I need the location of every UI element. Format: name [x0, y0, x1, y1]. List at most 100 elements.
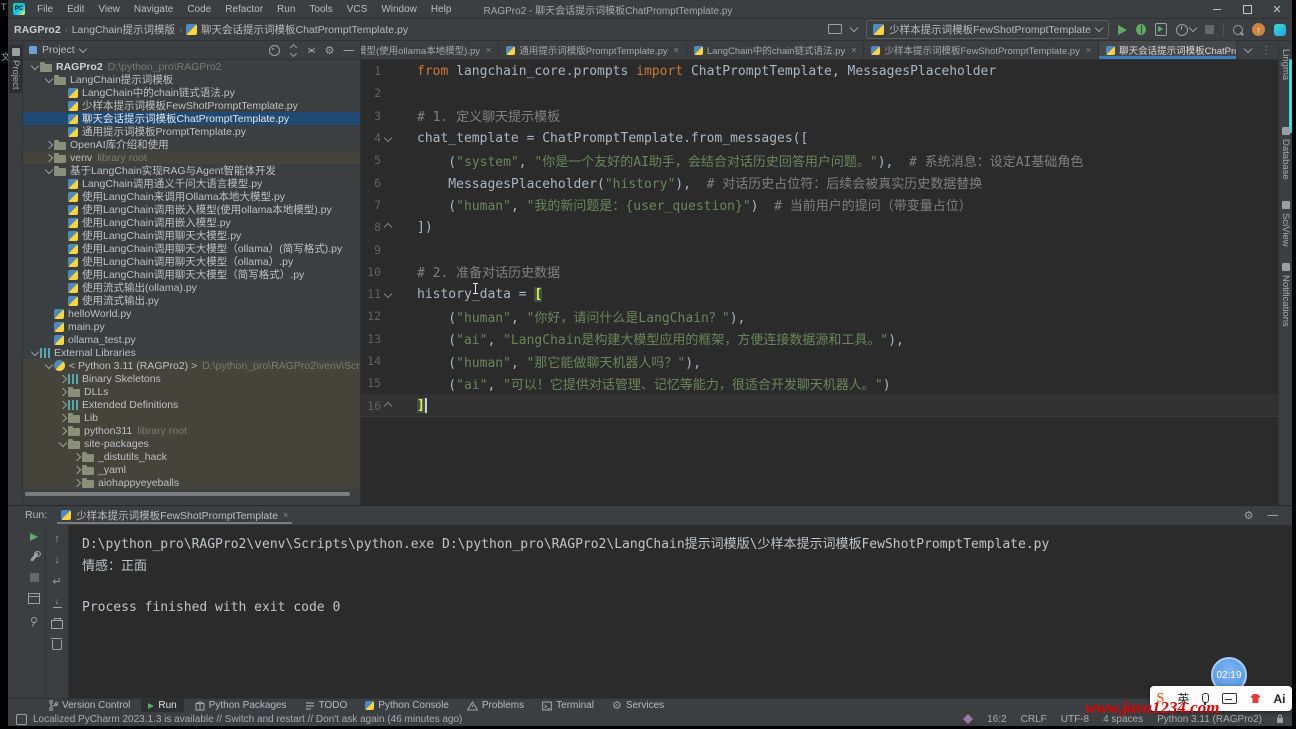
menu-vcs[interactable]: VCS [341, 3, 374, 16]
expand-all-icon[interactable] [289, 46, 298, 55]
ime-skin-icon[interactable] [1250, 694, 1260, 703]
tool-strip-notifications[interactable]: Notifications [1280, 263, 1291, 327]
tree-chevron[interactable] [43, 169, 54, 173]
tree-item[interactable]: _yaml [23, 463, 360, 476]
close-button[interactable]: ✕ [1262, 0, 1292, 18]
fold-column[interactable] [381, 403, 395, 409]
gear-icon[interactable]: ⚙ [325, 46, 335, 55]
close-icon[interactable]: × [283, 510, 288, 520]
keyboard-icon[interactable] [1222, 693, 1237, 704]
menu-file[interactable]: File [31, 3, 59, 16]
hide-panel-icon[interactable]: — [344, 44, 355, 56]
tree-chevron[interactable] [71, 480, 82, 486]
lingma-icon[interactable] [1274, 24, 1286, 36]
run-tab[interactable]: 少样本提示词模板FewShotPromptTemplate × [57, 506, 292, 524]
editor-tab[interactable]: LangChain中的chain链式语法.py× [687, 41, 865, 59]
hide-panel-icon[interactable]: — [1268, 509, 1279, 521]
tree-item[interactable]: OpenAI库介绍和使用 [23, 138, 360, 151]
tree-item[interactable]: python311library root [23, 424, 360, 437]
tool-strip-project[interactable]: Project [9, 45, 22, 93]
locate-file-icon[interactable] [269, 45, 280, 56]
tree-chevron[interactable] [57, 442, 68, 446]
tree-item[interactable]: _distutils_hack [23, 450, 360, 463]
tree-chevron[interactable] [71, 454, 82, 460]
minimize-button[interactable] [1202, 0, 1232, 18]
debug-button[interactable] [1136, 24, 1146, 35]
tree-chevron[interactable] [71, 467, 82, 473]
tool-window-button-services[interactable]: ⚙Services [605, 699, 671, 713]
tree-chevron[interactable] [29, 351, 40, 355]
menu-code[interactable]: Code [181, 3, 217, 16]
tree-item[interactable]: Binary Skeletons [23, 372, 360, 385]
coverage-button[interactable] [1155, 23, 1167, 36]
tree-item[interactable]: 使用流式输出.py [23, 294, 360, 307]
tree-item[interactable]: site-packages [23, 437, 360, 450]
profiler-button[interactable] [1176, 24, 1196, 36]
menu-navigate[interactable]: Navigate [128, 3, 179, 16]
chevron-down-icon[interactable] [78, 44, 86, 52]
close-icon[interactable]: × [674, 45, 679, 55]
run-button[interactable] [1118, 25, 1127, 35]
tool-window-button-python-console[interactable]: Python Console [358, 699, 456, 713]
tree-item[interactable]: 使用流式输出(ollama).py [23, 281, 360, 294]
quick-access-icon[interactable] [963, 714, 973, 724]
menu-help[interactable]: Help [425, 3, 458, 16]
tree-item[interactable]: External Libraries [23, 346, 360, 359]
down-stacktrace-icon[interactable]: ↓ [54, 554, 60, 566]
print-icon[interactable] [51, 620, 63, 629]
kebab-menu-icon[interactable]: ⋮ [1261, 45, 1271, 56]
code-editor[interactable]: 1from langchain_core.prompts import Chat… [361, 60, 1279, 505]
lock-icon[interactable] [1276, 714, 1284, 724]
project-panel-title[interactable]: Project [42, 44, 75, 56]
tool-window-button-todo[interactable]: TODO [298, 699, 355, 713]
tree-chevron[interactable] [57, 402, 68, 408]
console-output[interactable]: D:\python_pro\RAGPro2\venv\Scripts\pytho… [69, 525, 1292, 699]
tree-item[interactable]: Lib [23, 411, 360, 424]
menu-window[interactable]: Window [375, 3, 423, 16]
tree-chevron[interactable] [57, 428, 68, 434]
menu-run[interactable]: Run [271, 3, 301, 16]
editor-tab[interactable]: 调用嵌入模型(使用ollama本地模型).py× [361, 41, 499, 59]
status-message[interactable]: Localized PyCharm 2023.1.3 is available … [33, 714, 462, 725]
device-icon[interactable] [828, 24, 842, 34]
tree-chevron[interactable] [43, 155, 54, 161]
tool-strip-lingma[interactable]: Lingma [1280, 49, 1291, 80]
clear-console-icon[interactable] [52, 640, 62, 650]
stop-button[interactable] [30, 573, 39, 582]
editor-tab[interactable]: 少样本提示词模板FewShotPromptTemplate.py× [864, 41, 1099, 59]
pin-icon[interactable] [31, 617, 37, 623]
close-icon[interactable]: × [851, 45, 856, 55]
tree-item[interactable]: aiohappyeyeballs [23, 476, 360, 489]
tree-item[interactable]: < Python 3.11 (RAGPro2) >D:\python_pro\R… [23, 359, 360, 372]
stop-button[interactable] [1205, 25, 1214, 34]
fold-column[interactable] [381, 291, 395, 297]
chevron-down-icon[interactable] [1244, 44, 1252, 52]
editor-tab[interactable]: 通用提示词模版PromptTemplate.py× [499, 41, 687, 59]
maximize-button[interactable] [1232, 0, 1262, 18]
tool-strip-database[interactable]: Database [1280, 127, 1291, 180]
menu-view[interactable]: View [92, 3, 126, 16]
search-everywhere-icon[interactable] [1233, 25, 1243, 35]
tree-chevron[interactable] [43, 142, 54, 148]
menu-edit[interactable]: Edit [61, 3, 90, 16]
tree-chevron[interactable] [57, 376, 68, 382]
run-config-select[interactable]: 少样本提示词模板FewShotPromptTemplate [866, 20, 1109, 39]
collapse-all-icon[interactable] [307, 46, 316, 55]
breadcrumb-item[interactable]: RAGPro2 [14, 24, 61, 36]
rerun-button[interactable] [30, 533, 38, 541]
close-icon[interactable]: × [1086, 45, 1091, 55]
caret-position[interactable]: 16:2 [987, 714, 1006, 725]
tool-window-button-problems[interactable]: Problems [460, 699, 531, 713]
gear-icon[interactable]: ⚙ [1244, 511, 1254, 520]
tree-chevron[interactable] [57, 415, 68, 421]
fold-column[interactable] [381, 224, 395, 230]
tree-item[interactable]: helloWorld.py [23, 307, 360, 320]
breadcrumb-item[interactable]: LangChain提示词模版 [72, 22, 175, 37]
scroll-to-end-icon[interactable]: ↓ [53, 597, 62, 608]
close-icon[interactable]: × [486, 45, 491, 55]
tree-chevron[interactable] [43, 364, 54, 368]
chevron-down-icon[interactable] [850, 24, 858, 32]
tool-window-button-run[interactable]: Run [141, 699, 183, 713]
tree-item[interactable]: DLLs [23, 385, 360, 398]
tree-chevron[interactable] [29, 65, 40, 69]
